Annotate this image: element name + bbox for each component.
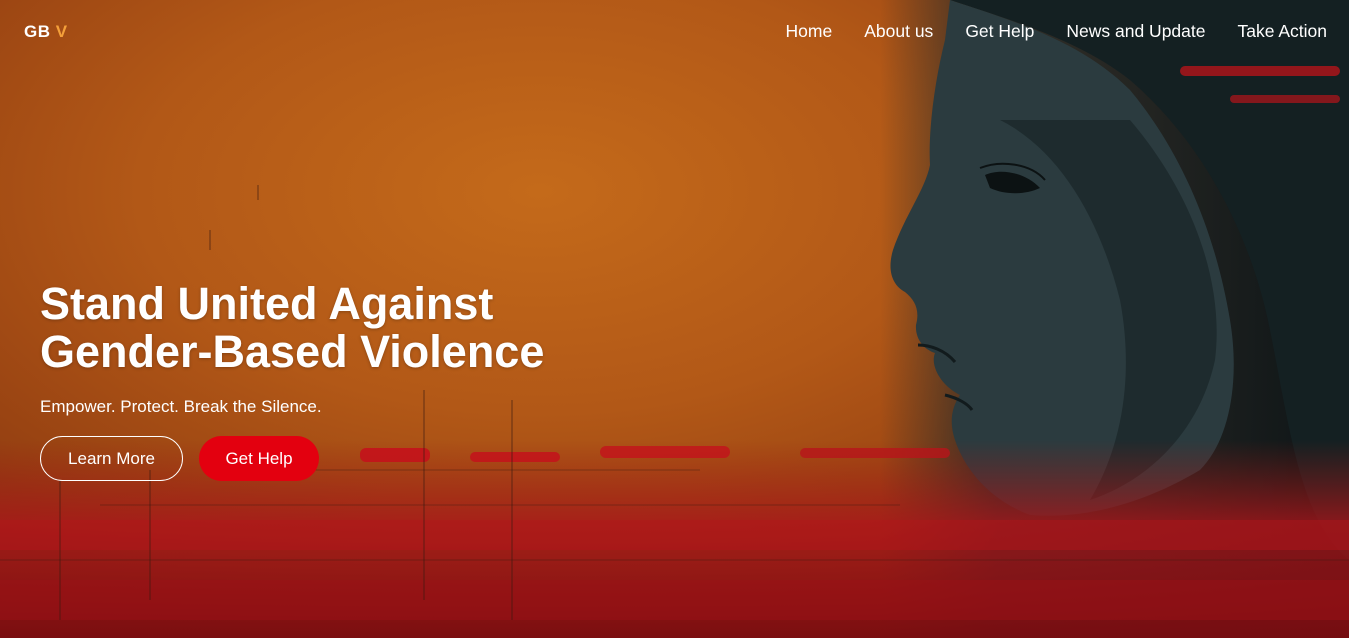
hero-headline-line-1: Stand United Against xyxy=(40,278,494,329)
nav-link-home[interactable]: Home xyxy=(786,21,833,42)
site-logo[interactable]: GB V xyxy=(24,22,68,42)
hero-section: GB V Home About us Get Help News and Upd… xyxy=(0,0,1349,638)
get-help-button[interactable]: Get Help xyxy=(199,436,319,481)
learn-more-button[interactable]: Learn More xyxy=(40,436,183,481)
nav-link-news-and-update[interactable]: News and Update xyxy=(1066,21,1205,42)
logo-accent-letter: V xyxy=(55,22,68,41)
nav-link-take-action[interactable]: Take Action xyxy=(1238,21,1328,42)
hero-headline-line-2: Gender-Based Violence xyxy=(40,326,545,377)
hero-tagline: Empower. Protect. Break the Silence. xyxy=(40,397,322,416)
hero-headline: Stand United Against Gender-Based Violen… xyxy=(40,280,660,376)
top-navbar: GB V Home About us Get Help News and Upd… xyxy=(0,0,1349,64)
logo-text: GB xyxy=(24,22,51,41)
nav-link-get-help[interactable]: Get Help xyxy=(965,21,1034,42)
nav-link-about-us[interactable]: About us xyxy=(864,21,933,42)
main-navigation: Home About us Get Help News and Update T… xyxy=(786,21,1327,42)
